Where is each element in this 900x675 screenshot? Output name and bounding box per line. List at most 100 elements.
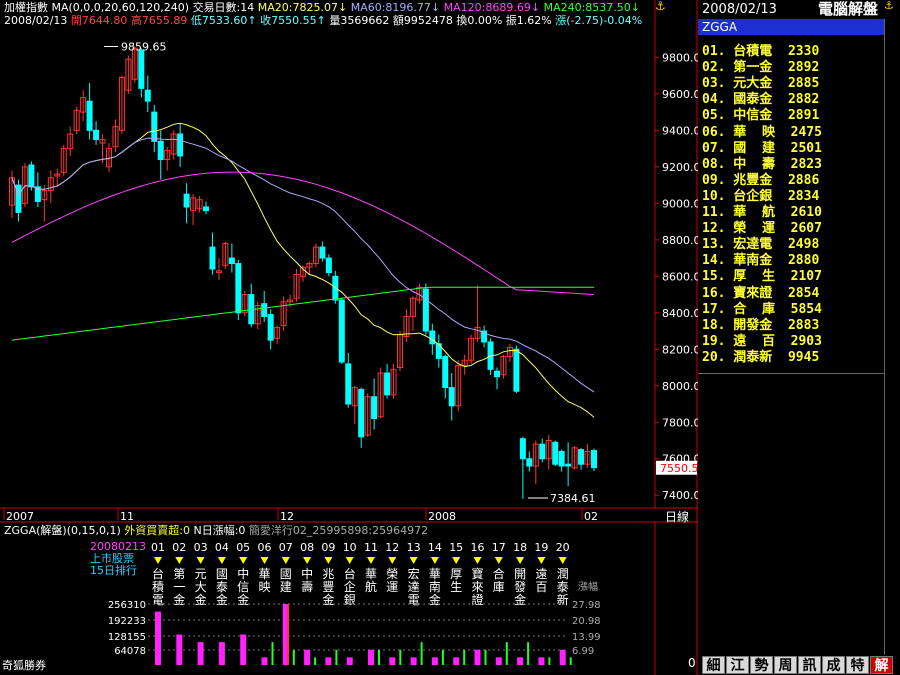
indicator-bar: [271, 642, 274, 665]
list-header[interactable]: ZGGA: [698, 19, 884, 35]
stock-name-char: 銀: [344, 593, 356, 607]
indicator-ranking: 15日排行: [90, 564, 137, 577]
rank-arrow: [260, 557, 269, 564]
stock-name-char: 台: [152, 566, 164, 581]
indicator-title: ZGGA(解盤)(0,15,0,1): [4, 524, 121, 537]
indicator-bar: [505, 642, 508, 665]
tab-4[interactable]: 周: [774, 656, 797, 674]
tab-2[interactable]: 江: [726, 656, 749, 674]
indicator-bar: [368, 649, 374, 665]
tab-6[interactable]: 成: [822, 656, 845, 674]
stock-name-char: 企: [344, 579, 356, 594]
candle-body: [203, 206, 209, 212]
indicator-bar: [176, 634, 183, 665]
tab-3[interactable]: 勢: [750, 656, 773, 674]
stock-name-char: 遠: [535, 567, 547, 581]
indicator-bar: [240, 634, 247, 665]
rank-arrow: [324, 557, 333, 564]
ma60-line: [11, 137, 595, 393]
stock-name-char: 榮: [386, 567, 398, 581]
tab-1[interactable]: 細: [702, 656, 725, 674]
y-tick-label: 8400.0: [662, 307, 701, 320]
indicator-bar: [569, 657, 572, 665]
y-tick-label: 7400.0: [662, 489, 701, 502]
rank-number: 02: [172, 541, 186, 554]
candle-body: [429, 330, 436, 345]
indicator-bar: [474, 649, 481, 665]
indicator-date: 20080213: [90, 540, 146, 553]
stock-name-char: 庫: [493, 580, 505, 594]
rank-arrow: [217, 557, 226, 564]
indicator-bar: [292, 649, 295, 665]
x-tick-label: 2007: [6, 510, 34, 523]
rank-arrow: [196, 557, 205, 564]
stock-name-char: 厚: [450, 567, 462, 581]
rank-arrow: [367, 557, 375, 564]
indicator-bar: [399, 649, 402, 665]
stock-name-char: 金: [322, 592, 334, 607]
stock-name-char: 合: [493, 566, 505, 581]
rank-number: 04: [215, 541, 229, 554]
stock-name-char: 金: [195, 592, 207, 607]
tab-7[interactable]: 特: [846, 656, 869, 674]
indicator-right-value: 0: [688, 656, 696, 670]
indicator-bar: [517, 657, 524, 665]
panel-close-icon[interactable]: ⚓: [884, 0, 894, 11]
list-header-label: ZGGA: [702, 20, 738, 34]
y-tick-label: 8800.0: [662, 234, 701, 247]
stock-name-char: 第: [173, 567, 185, 581]
candle-body: [138, 49, 145, 89]
stock-name-char: 泰: [557, 580, 569, 594]
y-tick-label: 8600.0: [662, 270, 701, 283]
tab-8[interactable]: 解: [870, 656, 893, 674]
list-scrollbar[interactable]: [884, 19, 900, 655]
stock-list-item[interactable]: 20. 潤泰新 9945: [702, 346, 819, 365]
rank-number: 15: [449, 541, 463, 554]
candle-body: [267, 314, 274, 341]
rank-number: 17: [492, 541, 506, 554]
indicator-bar: [559, 649, 566, 665]
candle-body: [86, 100, 93, 131]
rank-arrow: [494, 557, 503, 564]
right-panel: 2008/02/13 電腦解盤 ⚓ ZGGA 01. 台積電 2330 02. 第…: [698, 0, 900, 675]
tab-5[interactable]: 訊: [798, 656, 821, 674]
rank-number: 14: [428, 541, 442, 554]
x-tick-label: 12: [280, 510, 294, 523]
rank-number: 01: [151, 541, 165, 554]
y-tick-label: 8200.0: [662, 343, 701, 356]
indicator-bar: [261, 657, 268, 665]
panel-title: 電腦解盤: [818, 0, 879, 18]
candle-body: [591, 450, 597, 469]
rank-arrow: [537, 557, 546, 564]
candle-body: [151, 111, 158, 142]
stock-name-char: 兆: [322, 567, 334, 581]
stock-name-char: 國: [280, 567, 292, 581]
pct-tick-label: 20.98: [572, 616, 601, 627]
stock-name-char: 金: [173, 592, 185, 607]
stock-name-char: 華: [258, 567, 270, 581]
volume-tick-label: 128155: [108, 632, 146, 643]
stock-name-char: 航: [365, 579, 377, 594]
rank-number: 06: [258, 541, 272, 554]
candle-body: [558, 450, 565, 467]
volume-tick-label: 192233: [108, 616, 146, 627]
volume-tick-label: 64078: [114, 646, 146, 657]
indicator-bar: [325, 657, 332, 665]
stock-name-char: 開: [514, 567, 526, 581]
indicator-bar: [538, 657, 545, 665]
stock-name-char: 豐: [322, 580, 334, 594]
stock-name-char: 國: [216, 567, 228, 581]
indicator-bar: [410, 657, 417, 665]
stock-name-char: 華: [365, 567, 377, 581]
candle-body: [358, 388, 365, 438]
rank-arrow: [154, 557, 162, 564]
stock-name-char: 金: [514, 592, 526, 607]
high-annotation: 9859.65: [121, 40, 167, 53]
n-days-label: N日漲幅:0: [193, 524, 246, 537]
rank-arrow: [281, 557, 290, 564]
pct-tick-label: 27.98: [572, 600, 601, 611]
y-tick-label: 9600.0: [662, 88, 701, 101]
stock-name-char: 來: [471, 580, 483, 594]
rank-arrow: [452, 557, 461, 564]
stock-name-char: 華: [429, 567, 441, 581]
